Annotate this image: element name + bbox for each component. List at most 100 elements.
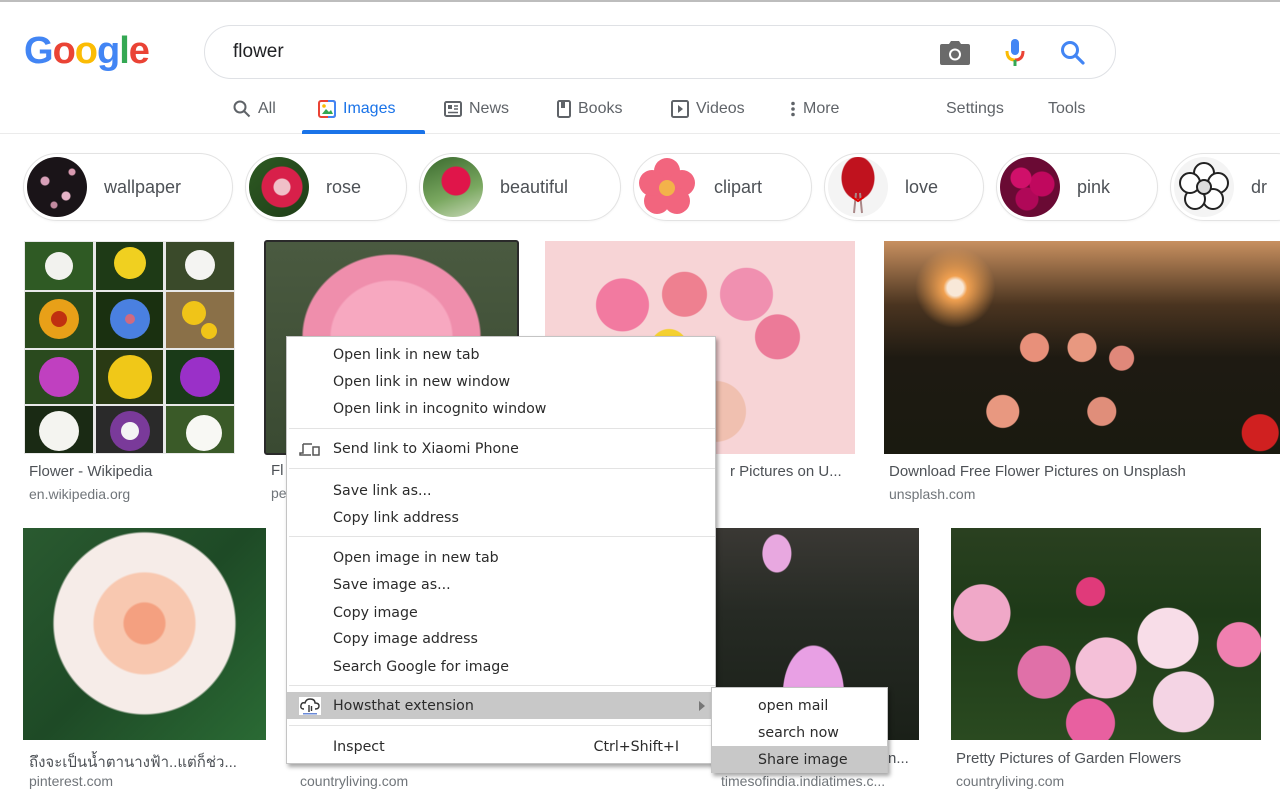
menu-item-label: Copy link address (333, 509, 459, 526)
chip-label: rose (326, 176, 362, 197)
tab-all[interactable]: All (233, 96, 276, 122)
tab-videos[interactable]: Videos (671, 96, 745, 122)
submenu-arrow-icon (699, 701, 705, 711)
result-title[interactable]: Flower - Wikipedia (29, 463, 152, 480)
tab-books[interactable]: Books (557, 96, 622, 122)
tab-news[interactable]: News (444, 96, 509, 122)
result-source[interactable]: en.wikipedia.org (29, 486, 130, 502)
chip-label: love (905, 176, 939, 197)
devices-icon (299, 443, 320, 456)
result-source[interactable]: unsplash.com (889, 486, 975, 502)
tab-label: News (469, 100, 510, 117)
tab-label: More (803, 100, 840, 117)
tools-label: Tools (1048, 100, 1086, 117)
chip-drawing[interactable]: dr (1170, 153, 1280, 221)
logo-letter: g (97, 30, 120, 72)
menu-item-copy-image-address[interactable]: Copy image address (287, 625, 715, 652)
menu-item-label: Search Google for image (333, 658, 509, 675)
microphone-icon[interactable] (1000, 38, 1030, 68)
menu-item-open-link-incognito[interactable]: Open link in incognito window (287, 395, 715, 422)
search-input[interactable] (233, 38, 913, 66)
chip-clipart[interactable]: clipart (633, 153, 812, 221)
result-source[interactable]: countryliving.com (300, 773, 408, 789)
menu-item-label: Howsthat extension (333, 697, 474, 714)
result-image-wikipedia-collage[interactable] (24, 241, 235, 454)
submenu-item-search-now[interactable]: search now (712, 719, 887, 746)
tab-label: Books (578, 100, 623, 117)
result-source[interactable]: countryliving.com (956, 773, 1064, 789)
logo-letter: e (128, 30, 150, 72)
search-submit-icon[interactable] (1058, 38, 1088, 68)
menu-item-open-link-new-tab[interactable]: Open link in new tab (287, 341, 715, 368)
result-image-dahlias[interactable] (951, 528, 1261, 740)
result-title[interactable]: Fl (271, 462, 284, 479)
menu-item-label: Copy image address (333, 630, 478, 647)
menu-item-label: open mail (758, 697, 829, 714)
logo-letter: l (119, 30, 130, 72)
menu-item-open-image-new-tab[interactable]: Open image in new tab (287, 544, 715, 571)
cloud-extension-icon (299, 697, 321, 715)
chip-label: wallpaper (104, 176, 182, 197)
logo-letter: o (52, 30, 76, 72)
tools-link[interactable]: Tools (1048, 96, 1085, 122)
menu-item-copy-link[interactable]: Copy link address (287, 504, 715, 531)
camera-icon[interactable] (940, 38, 970, 68)
menu-item-label: Open link in new tab (333, 346, 480, 363)
settings-link[interactable]: Settings (946, 96, 1004, 122)
menu-separator (289, 685, 715, 686)
menu-item-label: Save link as... (333, 482, 432, 499)
logo-letter: G (24, 30, 54, 72)
chip-pink[interactable]: pink (996, 153, 1158, 221)
chip-beautiful[interactable]: beautiful (419, 153, 621, 221)
submenu-item-share-image[interactable]: Share image (712, 746, 887, 773)
menu-item-open-link-new-window[interactable]: Open link in new window (287, 368, 715, 395)
tab-more[interactable]: More (790, 96, 839, 122)
submenu-item-open-mail[interactable]: open mail (712, 692, 887, 719)
chip-thumbnail (637, 157, 697, 217)
chip-love[interactable]: love (824, 153, 984, 221)
google-logo[interactable]: Google (24, 30, 150, 73)
tab-images[interactable]: Images (318, 96, 395, 122)
menu-item-label: Send link to Xiaomi Phone (333, 440, 519, 457)
result-source[interactable]: pe (271, 485, 287, 501)
result-image-sunset-flowers[interactable] (884, 241, 1280, 454)
menu-item-save-link[interactable]: Save link as... (287, 477, 715, 504)
menu-separator (289, 468, 715, 469)
menu-item-label: Copy image (333, 604, 418, 621)
chip-thumbnail (1174, 157, 1234, 217)
chip-label: clipart (714, 176, 763, 197)
more-vert-icon (791, 101, 795, 117)
result-source[interactable]: timesofindia.indiatimes.c... (721, 773, 885, 789)
active-tab-indicator (302, 130, 425, 134)
settings-label: Settings (946, 100, 1004, 117)
result-title[interactable]: ถึงจะเป็นน้ำตานางฟ้า..แต่ก็ช่ว... (29, 750, 237, 774)
related-searches: wallpaper rose beautiful clipart love pi… (0, 153, 1280, 223)
menu-item-search-google-image[interactable]: Search Google for image (287, 653, 715, 680)
menu-item-label: Share image (758, 751, 848, 768)
result-image-peach-rose[interactable] (23, 528, 266, 740)
menu-item-send-to-phone[interactable]: Send link to Xiaomi Phone (287, 435, 715, 462)
book-icon (557, 100, 571, 118)
menu-item-save-image[interactable]: Save image as... (287, 571, 715, 598)
menu-item-copy-image[interactable]: Copy image (287, 599, 715, 626)
result-title[interactable]: n... (888, 750, 909, 767)
result-title[interactable]: r Pictures on U... (730, 463, 842, 480)
context-menu: Open link in new tab Open link in new wi… (286, 336, 716, 764)
menu-item-inspect[interactable]: Inspect Ctrl+Shift+I (287, 733, 715, 760)
chip-thumbnail (249, 157, 309, 217)
image-icon (318, 100, 336, 118)
menu-item-label: search now (758, 724, 839, 741)
menu-item-shortcut: Ctrl+Shift+I (593, 738, 679, 755)
tab-label: Videos (696, 100, 745, 117)
result-source[interactable]: pinterest.com (29, 773, 113, 789)
result-title[interactable]: Download Free Flower Pictures on Unsplas… (889, 463, 1186, 480)
menu-item-label: Open link in new window (333, 373, 511, 390)
chip-wallpaper[interactable]: wallpaper (23, 153, 233, 221)
result-title[interactable]: Pretty Pictures of Garden Flowers (956, 750, 1181, 767)
menu-item-label: Inspect (333, 738, 385, 755)
menu-item-howsthat-extension[interactable]: Howsthat extension (287, 692, 715, 719)
tab-label: Images (343, 100, 396, 117)
chip-thumbnail (1000, 157, 1060, 217)
search-icon (233, 100, 251, 118)
chip-rose[interactable]: rose (245, 153, 407, 221)
